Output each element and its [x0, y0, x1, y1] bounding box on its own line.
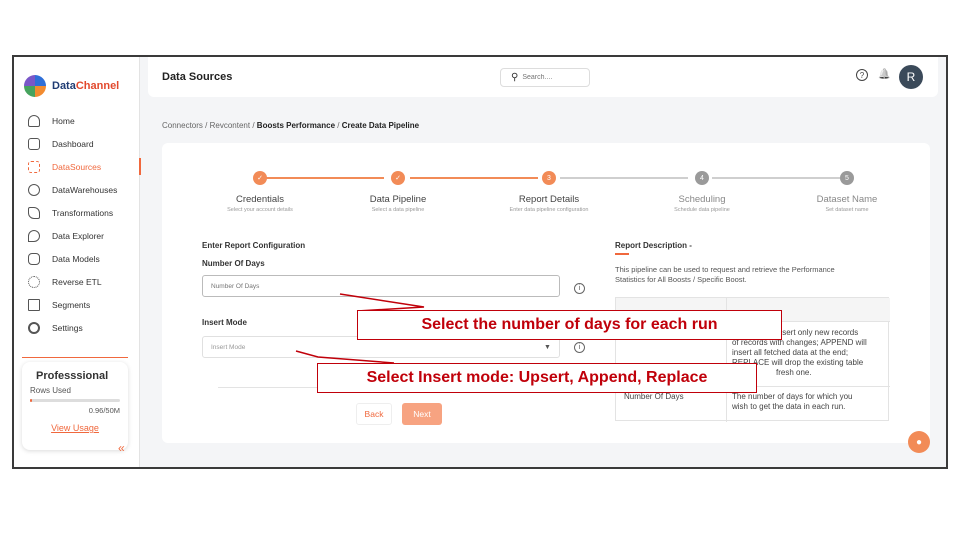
annotation-arrows: [295, 293, 425, 364]
callout-days: Select the number of days for each run: [357, 310, 782, 340]
chat-icon[interactable]: ●: [908, 431, 930, 453]
app-window: DataChannel Home Dashboard DataSources D…: [12, 55, 948, 469]
callout-insert-mode: Select Insert mode: Upsert, Append, Repl…: [317, 363, 757, 393]
insert-arrow: [295, 350, 395, 364]
days-arrow: [339, 293, 425, 312]
